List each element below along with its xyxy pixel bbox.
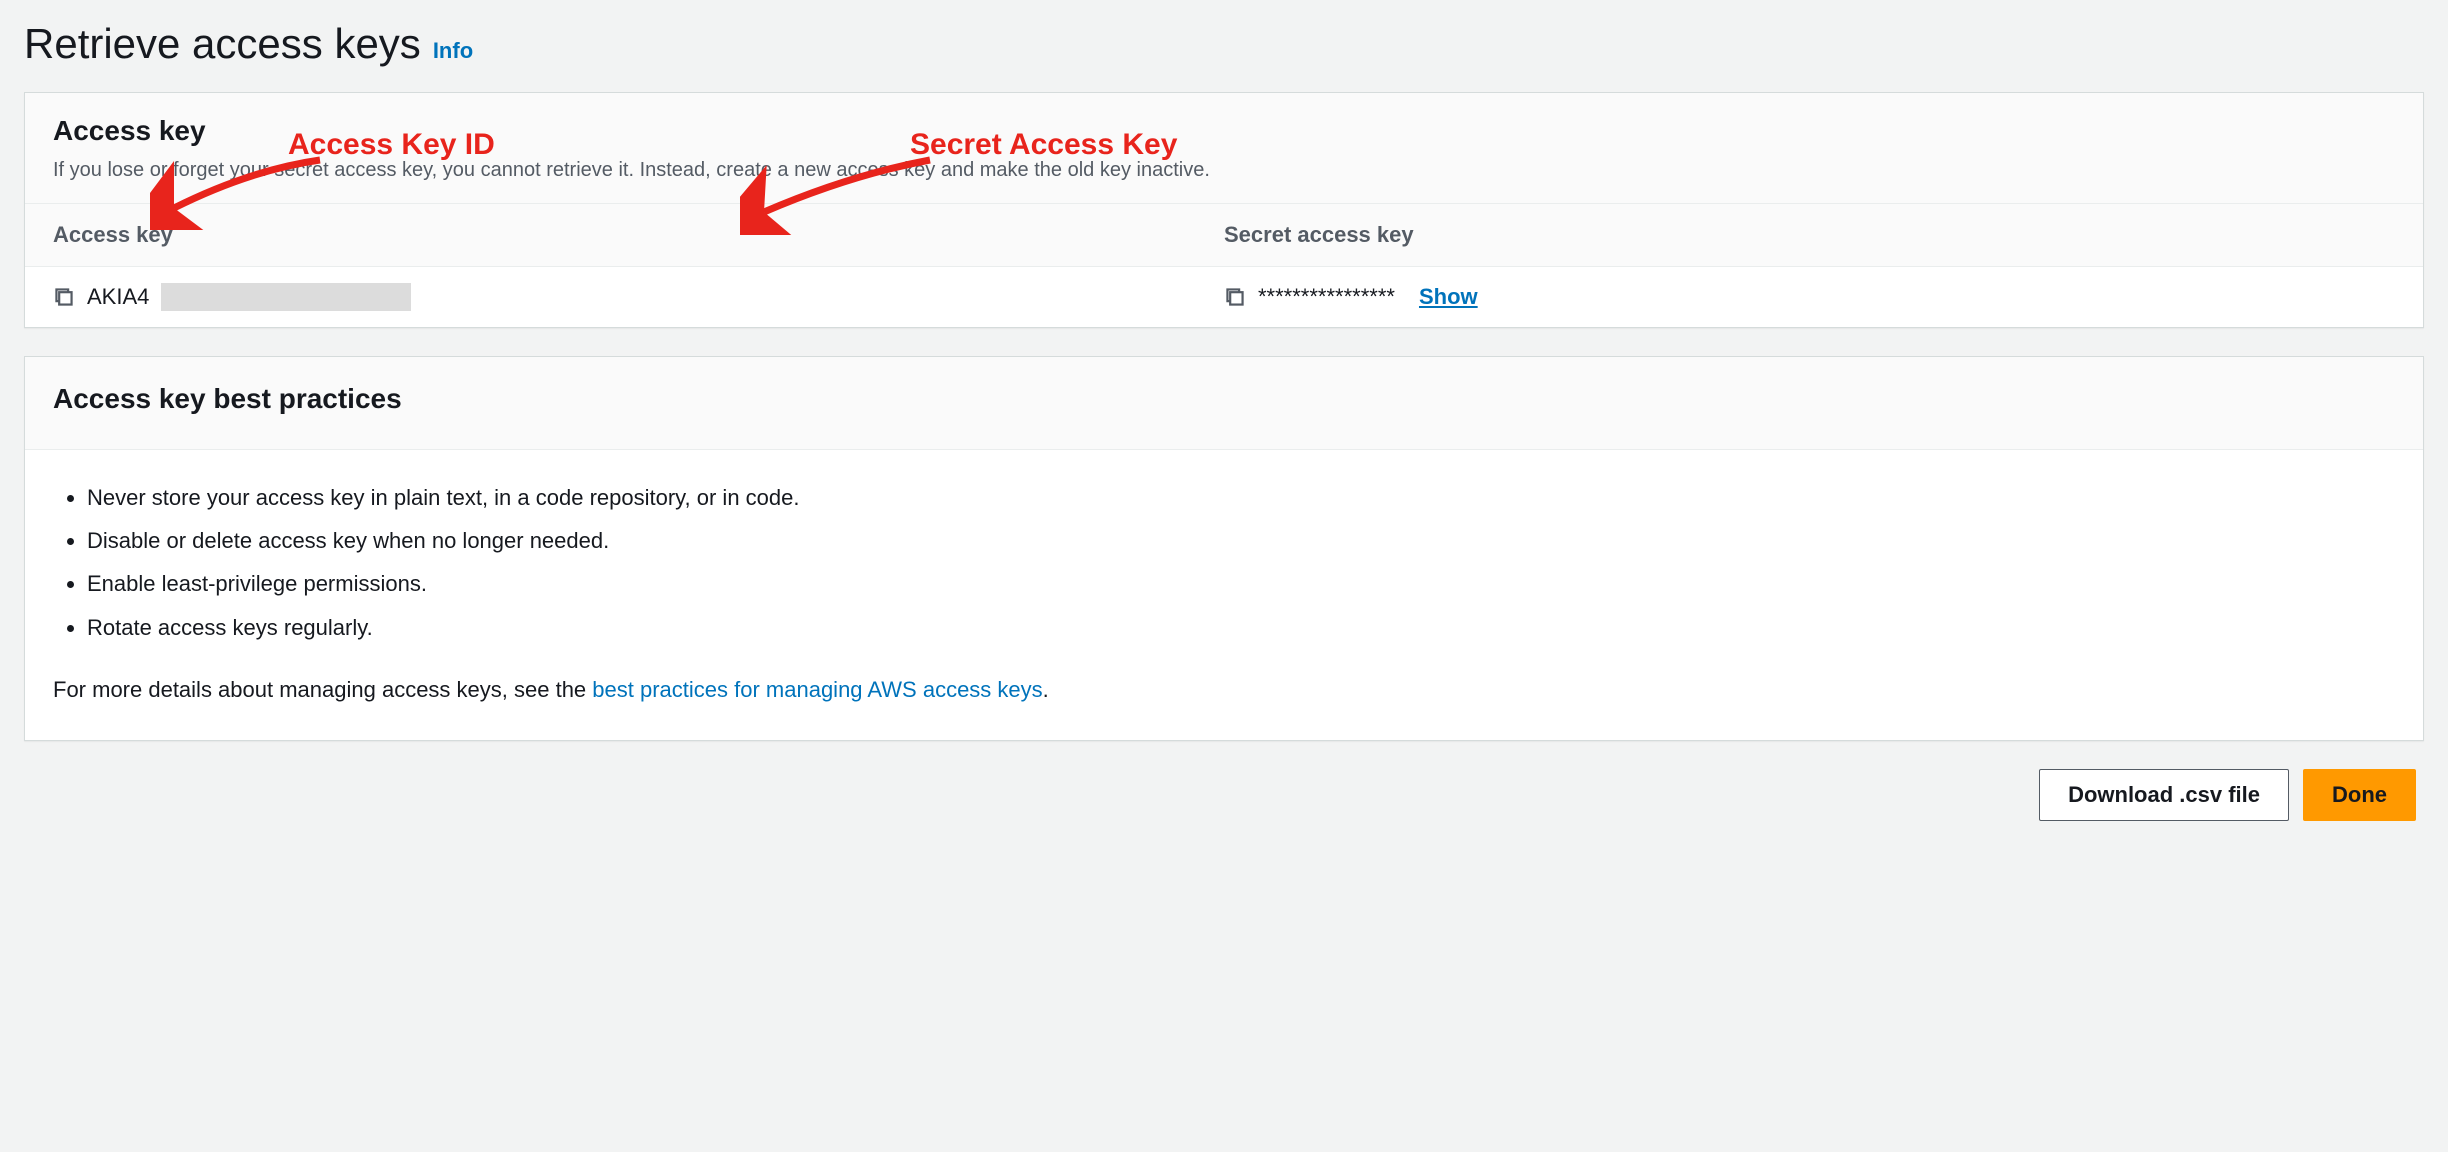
access-key-panel-header: Access key If you lose or forget your se…	[25, 93, 2423, 204]
practices-list: Never store your access key in plain tex…	[53, 480, 2395, 645]
access-key-redacted	[161, 283, 411, 311]
column-access-key-label: Access key	[53, 222, 173, 247]
list-item: Rotate access keys regularly.	[87, 610, 2395, 645]
access-key-panel: Access key If you lose or forget your se…	[24, 92, 2424, 328]
table-header: Access key Secret access key	[25, 204, 2423, 267]
best-practices-body: Never store your access key in plain tex…	[25, 450, 2423, 740]
table-row: AKIA4 **************** Show	[25, 267, 2423, 327]
done-button[interactable]: Done	[2303, 769, 2416, 821]
copy-icon[interactable]	[53, 286, 75, 308]
column-access-key: Access key	[53, 222, 1224, 248]
access-key-cell: AKIA4	[53, 283, 1224, 311]
secret-access-key-cell: **************** Show	[1224, 283, 2395, 311]
list-item: Enable least-privilege permissions.	[87, 566, 2395, 601]
page-title: Retrieve access keys	[24, 20, 421, 68]
access-key-panel-title: Access key	[53, 115, 2395, 147]
list-item: Never store your access key in plain tex…	[87, 480, 2395, 515]
page-header: Retrieve access keys Info	[24, 20, 2424, 68]
download-csv-button[interactable]: Download .csv file	[2039, 769, 2289, 821]
best-practices-link[interactable]: best practices for managing AWS access k…	[592, 677, 1042, 702]
column-secret-access-key: Secret access key	[1224, 222, 2395, 248]
details-text: For more details about managing access k…	[53, 673, 2395, 706]
best-practices-title: Access key best practices	[53, 383, 2395, 415]
copy-icon[interactable]	[1224, 286, 1246, 308]
secret-key-masked: ****************	[1258, 284, 1395, 310]
list-item: Disable or delete access key when no lon…	[87, 523, 2395, 558]
details-suffix: .	[1043, 677, 1049, 702]
access-key-value: AKIA4	[87, 284, 149, 310]
show-secret-link[interactable]: Show	[1419, 284, 1478, 310]
column-secret-access-key-label: Secret access key	[1224, 222, 1414, 247]
access-key-panel-subtitle: If you lose or forget your secret access…	[53, 155, 2395, 185]
button-row: Download .csv file Done	[24, 769, 2424, 821]
info-link[interactable]: Info	[433, 38, 473, 64]
best-practices-header: Access key best practices	[25, 357, 2423, 450]
best-practices-panel: Access key best practices Never store yo…	[24, 356, 2424, 741]
details-prefix: For more details about managing access k…	[53, 677, 592, 702]
